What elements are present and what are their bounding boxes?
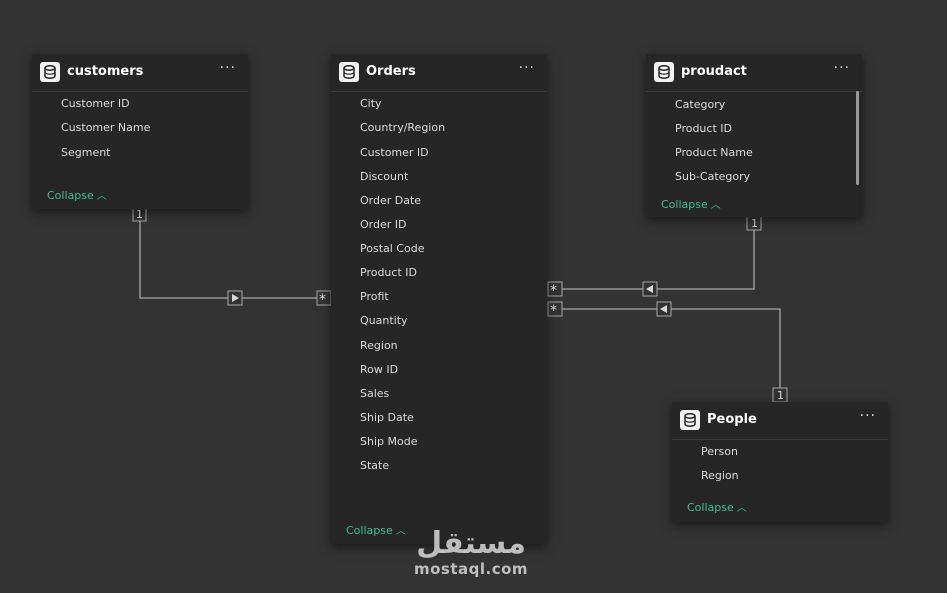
field-item[interactable]: Country/Region — [360, 121, 445, 134]
collapse-label: Collapse — [687, 501, 734, 514]
field-item[interactable]: Ship Date — [360, 411, 414, 424]
field-item[interactable]: Sub-Category — [675, 170, 750, 183]
field-item[interactable]: Discount — [360, 170, 408, 183]
table-header[interactable]: customers ··· — [32, 54, 248, 92]
field-item[interactable]: Sales — [360, 387, 389, 400]
table-header[interactable]: proudact ··· — [646, 54, 862, 92]
collapse-button[interactable]: Collapse ︿ — [687, 499, 747, 514]
field-item[interactable]: Segment — [61, 146, 111, 159]
table-card-customers[interactable]: customers ··· Customer ID Customer Name … — [32, 54, 248, 209]
field-item[interactable]: Category — [675, 98, 725, 111]
cardinality-one-label: 1 — [777, 389, 784, 402]
field-item[interactable]: Product Name — [675, 146, 753, 159]
field-item[interactable]: Row ID — [360, 363, 398, 376]
field-item[interactable]: Customer Name — [61, 121, 150, 134]
collapse-button[interactable]: Collapse ︿ — [47, 187, 107, 202]
field-item[interactable]: Ship Mode — [360, 435, 417, 448]
cardinality-many-label: * — [550, 303, 557, 319]
watermark-arabic: مستقل — [416, 526, 526, 561]
cardinality-one-label: 1 — [751, 217, 758, 230]
watermark: مستقل mostaql.com — [414, 526, 529, 579]
field-item[interactable]: Region — [360, 339, 398, 352]
more-options-button[interactable]: ··· — [860, 408, 876, 424]
field-item[interactable]: Order ID — [360, 218, 406, 231]
table-icon — [654, 62, 674, 82]
field-item[interactable]: Customer ID — [61, 97, 130, 110]
table-icon — [680, 410, 700, 430]
collapse-button[interactable]: Collapse ︿ — [346, 522, 406, 537]
cardinality-many-label: * — [550, 283, 557, 299]
table-card-orders[interactable]: Orders ··· City Country/Region Customer … — [331, 54, 547, 544]
field-item[interactable]: Postal Code — [360, 242, 424, 255]
relationship-line-proudact-orders — [562, 228, 755, 290]
chevron-up-icon: ︿ — [736, 503, 747, 514]
table-title: People — [707, 412, 757, 427]
more-options-button[interactable]: ··· — [220, 60, 236, 76]
filter-direction-left-icon — [656, 301, 672, 317]
collapse-label: Collapse — [661, 198, 708, 211]
filter-direction-right-icon — [227, 290, 243, 306]
field-item[interactable]: Product ID — [675, 122, 732, 135]
table-header[interactable]: People ··· — [672, 402, 888, 440]
chevron-up-icon: ︿ — [395, 526, 406, 537]
cardinality-many-label: * — [319, 292, 326, 308]
field-item[interactable]: Region — [701, 469, 739, 482]
field-item[interactable]: State — [360, 459, 389, 472]
field-item[interactable]: Product ID — [360, 266, 417, 279]
watermark-latin: mostaql.com — [414, 560, 529, 578]
table-title: customers — [67, 64, 144, 79]
relationship-line-people-orders — [562, 308, 781, 388]
table-icon — [339, 62, 359, 82]
field-item[interactable]: Quantity — [360, 314, 408, 327]
table-title: Orders — [366, 64, 416, 79]
collapse-button[interactable]: Collapse ︿ — [661, 196, 721, 211]
table-card-people[interactable]: People ··· Person Region Collapse ︿ — [672, 402, 888, 522]
more-options-button[interactable]: ··· — [834, 60, 850, 76]
field-item[interactable]: Order Date — [360, 194, 421, 207]
relationship-line-customers-orders — [139, 218, 317, 299]
scrollbar[interactable] — [856, 91, 859, 185]
chevron-up-icon: ︿ — [96, 191, 107, 202]
more-options-button[interactable]: ··· — [519, 60, 535, 76]
field-item[interactable]: Customer ID — [360, 146, 429, 159]
cardinality-one-label: 1 — [136, 208, 143, 221]
field-item[interactable]: Person — [701, 445, 738, 458]
collapse-label: Collapse — [346, 524, 393, 537]
field-item[interactable]: Profit — [360, 290, 389, 303]
table-header[interactable]: Orders ··· — [331, 54, 547, 92]
table-icon — [40, 62, 60, 82]
table-title: proudact — [681, 64, 747, 79]
filter-direction-left-icon — [642, 281, 658, 297]
field-item[interactable]: City — [360, 97, 382, 110]
table-card-proudact[interactable]: proudact ··· Category Product ID Product… — [646, 54, 862, 217]
chevron-up-icon: ︿ — [710, 200, 721, 211]
collapse-label: Collapse — [47, 189, 94, 202]
